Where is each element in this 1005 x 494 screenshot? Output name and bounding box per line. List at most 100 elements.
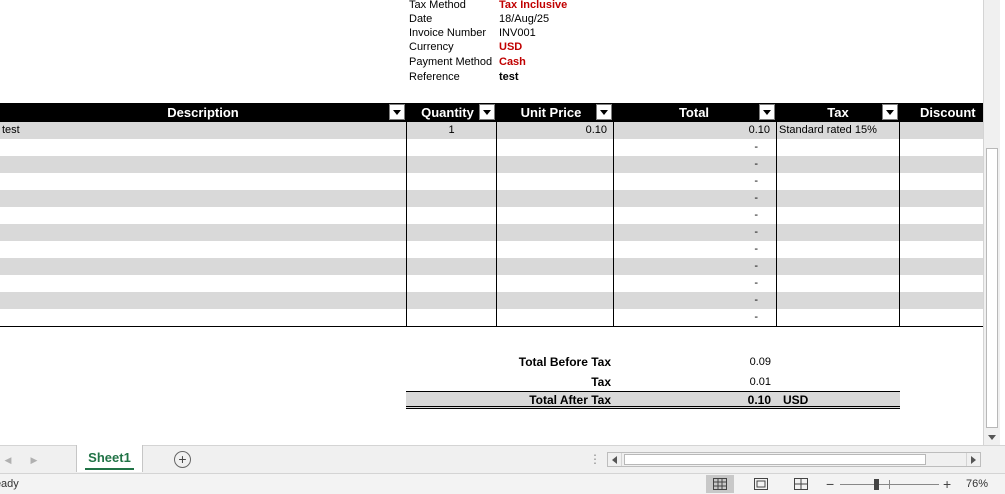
table-row[interactable]: -	[0, 258, 983, 275]
cell-tax[interactable]	[779, 207, 898, 224]
cell-total[interactable]: -	[614, 207, 770, 224]
cell-unit-price[interactable]: 0.10	[497, 122, 607, 139]
cell-unit-price[interactable]	[497, 224, 607, 241]
cell-quantity[interactable]	[407, 173, 496, 190]
vertical-scrollbar[interactable]	[983, 0, 1000, 445]
cell-description[interactable]: test	[2, 122, 404, 139]
cell-quantity[interactable]	[407, 224, 496, 241]
cell-description[interactable]	[2, 190, 404, 207]
zoom-in-button[interactable]: +	[943, 476, 951, 492]
filter-dropdown-unit-price-icon[interactable]	[596, 104, 612, 120]
filter-dropdown-description-icon[interactable]	[389, 104, 405, 120]
cell-description[interactable]	[2, 275, 404, 292]
cell-quantity[interactable]	[407, 207, 496, 224]
plus-circle-icon[interactable]: +	[174, 451, 191, 468]
cell-tax[interactable]	[779, 156, 898, 173]
cell-unit-price[interactable]	[497, 139, 607, 156]
sheet-tab-sheet1[interactable]: Sheet1	[76, 445, 143, 472]
tax-total-value[interactable]: 0.01	[614, 374, 771, 390]
page-break-preview-icon[interactable]	[787, 475, 815, 493]
cell-quantity[interactable]	[407, 292, 496, 309]
cell-description[interactable]	[2, 241, 404, 258]
cell-tax[interactable]	[779, 224, 898, 241]
table-row[interactable]: -	[0, 156, 983, 173]
invoice-info-value[interactable]: USD	[499, 40, 522, 54]
cell-tax[interactable]	[779, 173, 898, 190]
cell-description[interactable]	[2, 258, 404, 275]
cell-quantity[interactable]	[407, 258, 496, 275]
cell-total[interactable]: -	[614, 139, 770, 156]
cell-description[interactable]	[2, 156, 404, 173]
zoom-level[interactable]: 76%	[966, 478, 988, 490]
cell-quantity[interactable]	[407, 241, 496, 258]
table-row[interactable]: -	[0, 241, 983, 258]
cell-quantity[interactable]: 1	[407, 122, 496, 139]
total-after-tax-value[interactable]: 0.10	[614, 392, 771, 408]
invoice-info-value[interactable]: test	[499, 70, 519, 84]
table-row[interactable]: -	[0, 292, 983, 309]
page-layout-icon[interactable]	[747, 475, 775, 493]
cell-total[interactable]: -	[614, 258, 770, 275]
cell-total[interactable]: -	[614, 190, 770, 207]
cell-unit-price[interactable]	[497, 156, 607, 173]
table-row[interactable]: -	[0, 173, 983, 190]
cell-total[interactable]: 0.10	[614, 122, 770, 139]
table-row[interactable]: -	[0, 190, 983, 207]
cell-quantity[interactable]	[407, 190, 496, 207]
vertical-scroll-thumb[interactable]	[986, 148, 998, 428]
normal-view-icon[interactable]	[706, 475, 734, 493]
cell-quantity[interactable]	[407, 275, 496, 292]
horizontal-scroll-thumb[interactable]	[624, 454, 926, 465]
prev-sheet-arrow-icon[interactable]: ◀	[2, 454, 14, 466]
cell-unit-price[interactable]	[497, 190, 607, 207]
cell-description[interactable]	[2, 292, 404, 309]
cell-tax[interactable]	[779, 275, 898, 292]
cell-unit-price[interactable]	[497, 258, 607, 275]
scroll-down-arrow-icon[interactable]	[984, 430, 1000, 444]
cell-tax[interactable]: Standard rated 15%	[779, 122, 898, 139]
invoice-info-value[interactable]: Tax Inclusive	[499, 0, 567, 12]
cell-tax[interactable]	[779, 292, 898, 309]
tab-split-handle-icon[interactable]: ⋮	[589, 451, 601, 467]
scroll-left-arrow-icon[interactable]	[608, 453, 622, 466]
table-row[interactable]: -	[0, 309, 983, 326]
cell-unit-price[interactable]	[497, 275, 607, 292]
zoom-out-button[interactable]: −	[826, 476, 834, 492]
cell-tax[interactable]	[779, 258, 898, 275]
cell-total[interactable]: -	[614, 224, 770, 241]
table-row[interactable]: -	[0, 207, 983, 224]
cell-tax[interactable]	[779, 309, 898, 326]
cell-total[interactable]: -	[614, 275, 770, 292]
header-tax[interactable]: Tax	[777, 103, 899, 122]
filter-dropdown-quantity-icon[interactable]	[479, 104, 495, 120]
filter-dropdown-total-icon[interactable]	[759, 104, 775, 120]
table-row[interactable]: test 1 0.10 0.10 Standard rated 15%	[0, 122, 983, 139]
cell-unit-price[interactable]	[497, 309, 607, 326]
table-row[interactable]: -	[0, 139, 983, 156]
cell-unit-price[interactable]	[497, 292, 607, 309]
cell-tax[interactable]	[779, 241, 898, 258]
cell-total[interactable]: -	[614, 173, 770, 190]
cell-quantity[interactable]	[407, 139, 496, 156]
cell-quantity[interactable]	[407, 156, 496, 173]
cell-description[interactable]	[2, 173, 404, 190]
cell-unit-price[interactable]	[497, 173, 607, 190]
cell-total[interactable]: -	[614, 156, 770, 173]
cell-description[interactable]	[2, 224, 404, 241]
cell-description[interactable]	[2, 139, 404, 156]
next-sheet-arrow-icon[interactable]: ▶	[28, 454, 40, 466]
total-before-tax-value[interactable]: 0.09	[614, 354, 771, 370]
worksheet[interactable]: Tax Method Tax Inclusive Date 18/Aug/25 Invo…	[0, 0, 983, 445]
table-row[interactable]: -	[0, 224, 983, 241]
cell-unit-price[interactable]	[497, 207, 607, 224]
zoom-slider-thumb[interactable]	[874, 479, 879, 490]
cell-unit-price[interactable]	[497, 241, 607, 258]
cell-total[interactable]: -	[614, 292, 770, 309]
cell-quantity[interactable]	[407, 309, 496, 326]
cell-tax[interactable]	[779, 139, 898, 156]
scroll-right-arrow-icon[interactable]	[966, 453, 980, 466]
cell-tax[interactable]	[779, 190, 898, 207]
filter-dropdown-tax-icon[interactable]	[882, 104, 898, 120]
invoice-info-value[interactable]: 18/Aug/25	[499, 12, 549, 26]
cell-total[interactable]: -	[614, 309, 770, 326]
